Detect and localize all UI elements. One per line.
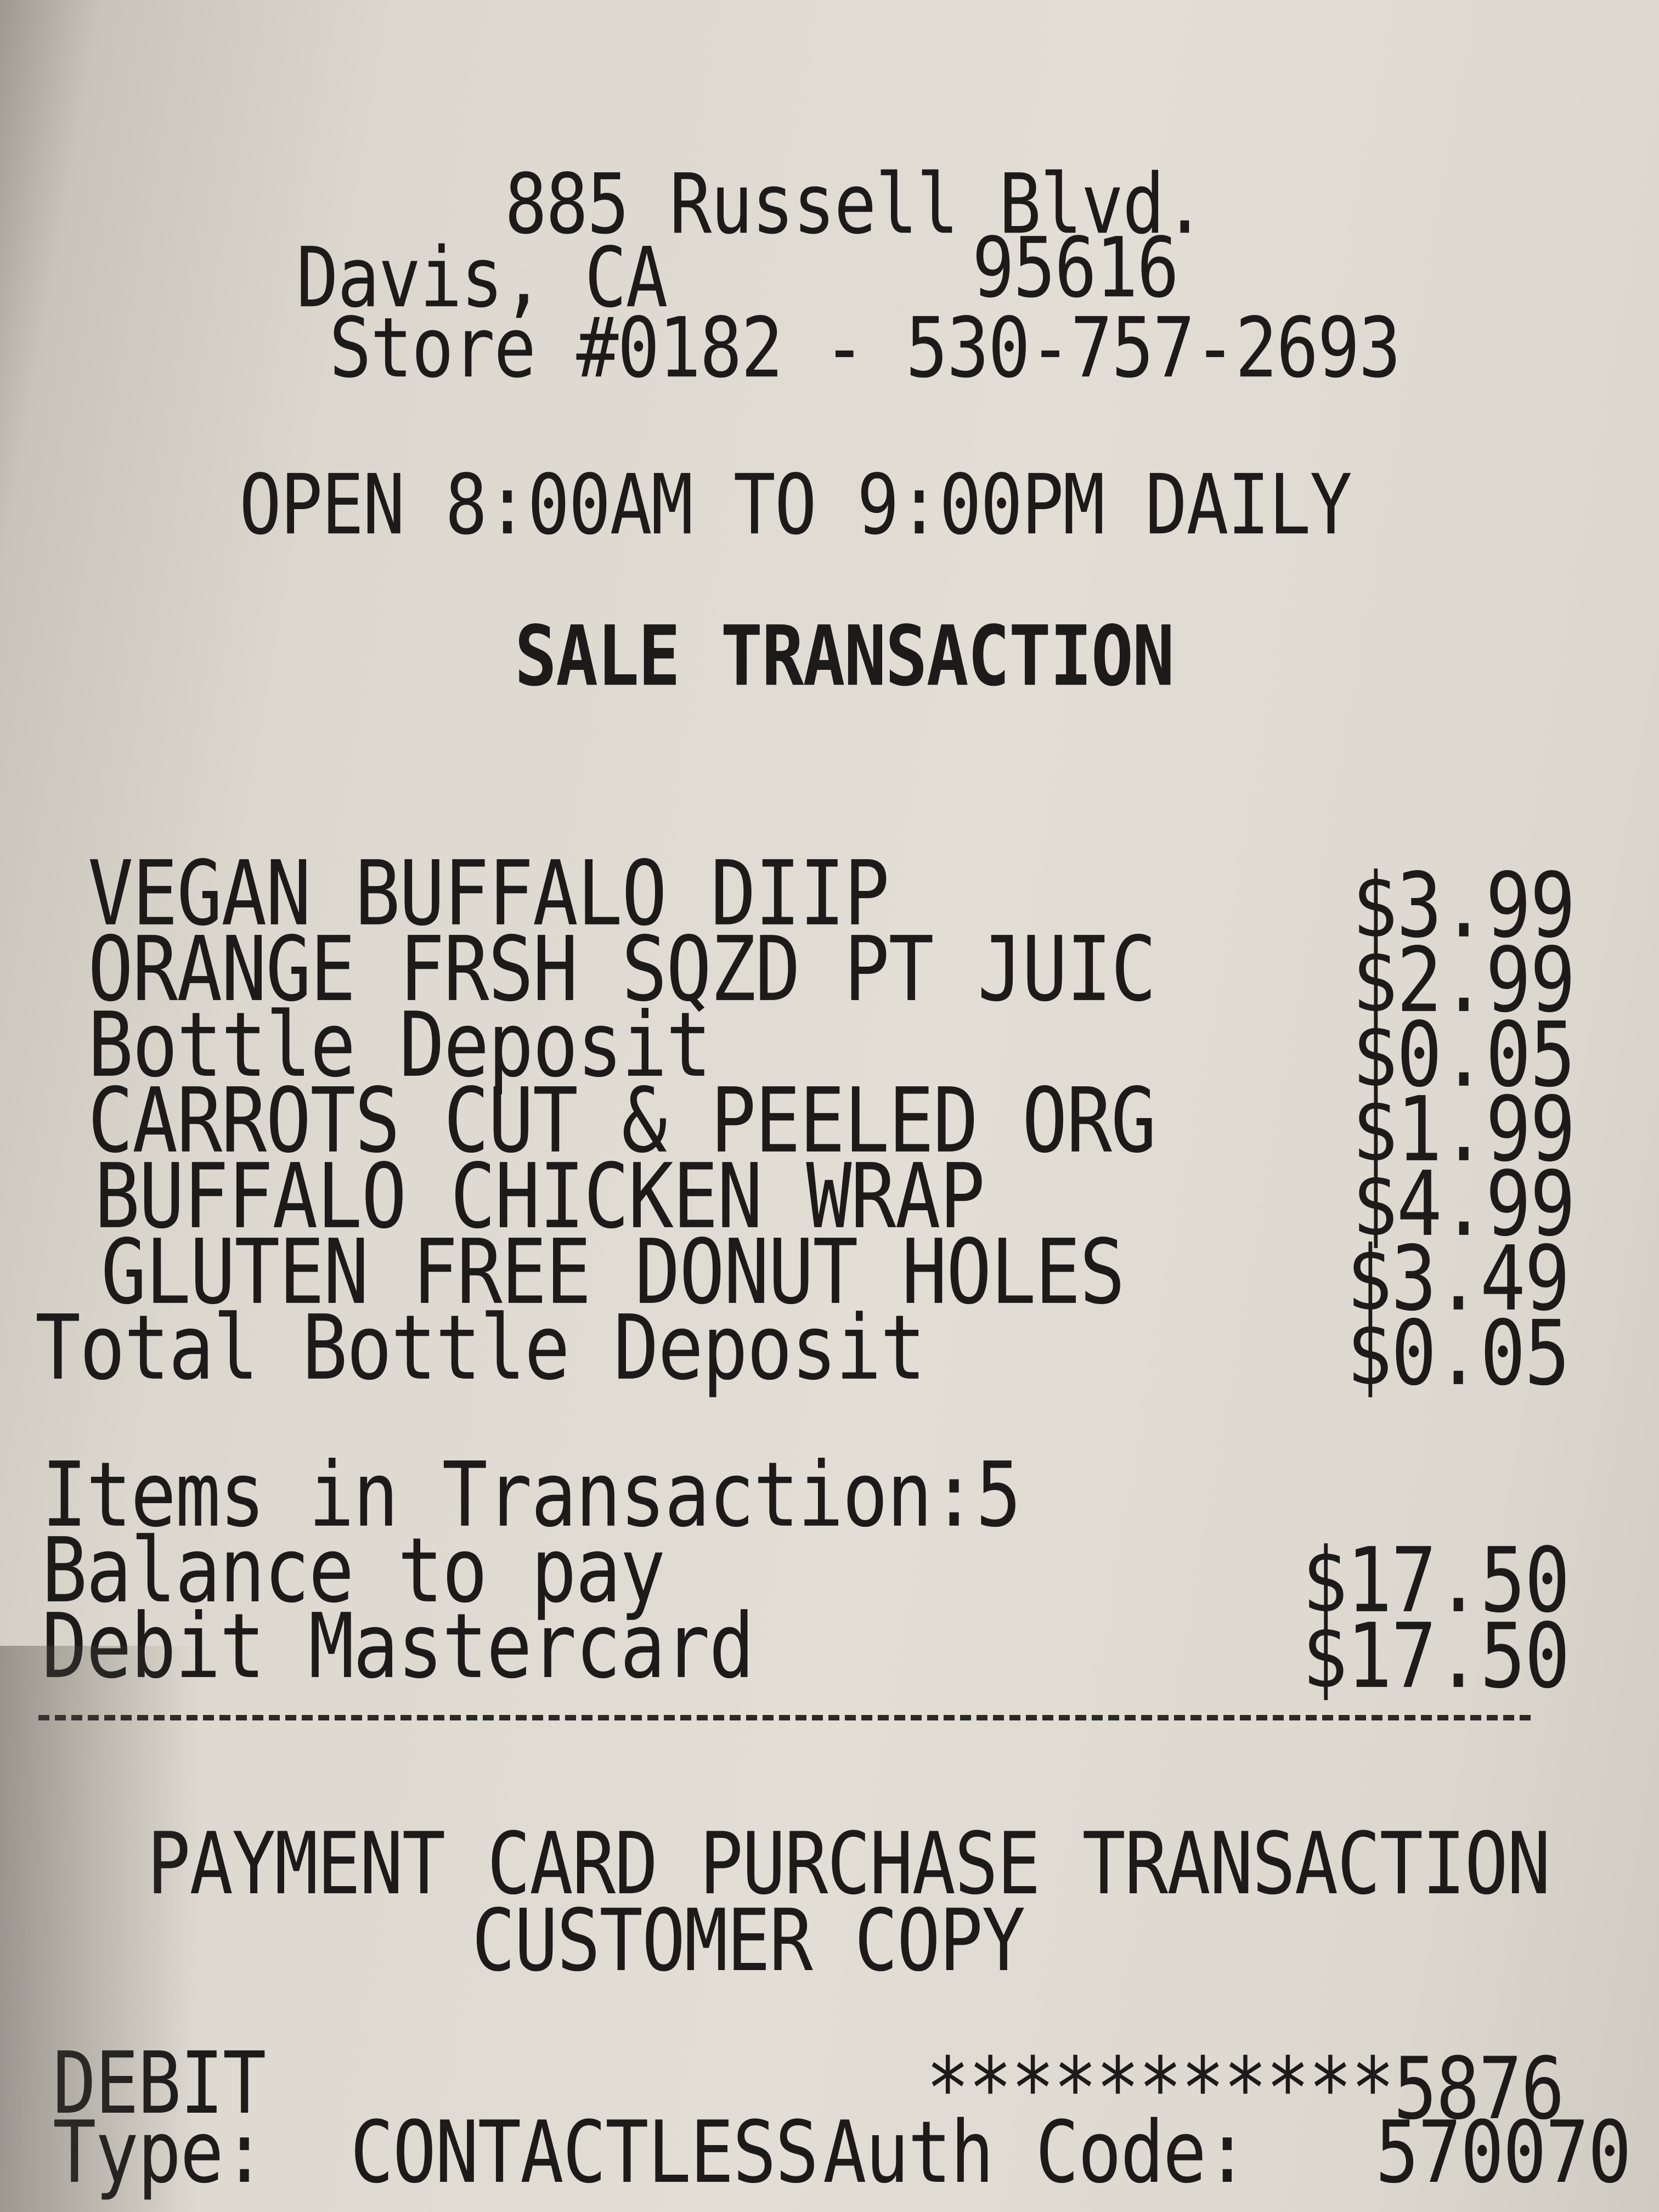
total-bottle-deposit-value: $0.05 <box>1346 1301 1570 1406</box>
auth-code: Auth Code: 570070 <box>823 2103 1632 2203</box>
store-hours: OPEN 8:00AM TO 9:00PM DAILY <box>239 457 1352 554</box>
store-zip: 95616 <box>972 220 1179 317</box>
transaction-title: SALE TRANSACTION <box>515 608 1175 705</box>
dashed-divider <box>38 1715 1531 1720</box>
customer-copy: CUSTOMER COPY <box>472 1891 1025 1991</box>
total-bottle-deposit-label: Total Bottle Deposit <box>35 1295 926 1400</box>
store-number-phone: Store #0182 - 530-757-2693 <box>329 300 1401 397</box>
payment-value: $17.50 <box>1302 1604 1571 1708</box>
receipt: 885 Russell Blvd. Davis, CA 95616 Store … <box>0 0 1659 2212</box>
payment-label: Debit Mastercard <box>42 1594 754 1699</box>
entry-type: Type: CONTACTLESS <box>53 2103 819 2203</box>
